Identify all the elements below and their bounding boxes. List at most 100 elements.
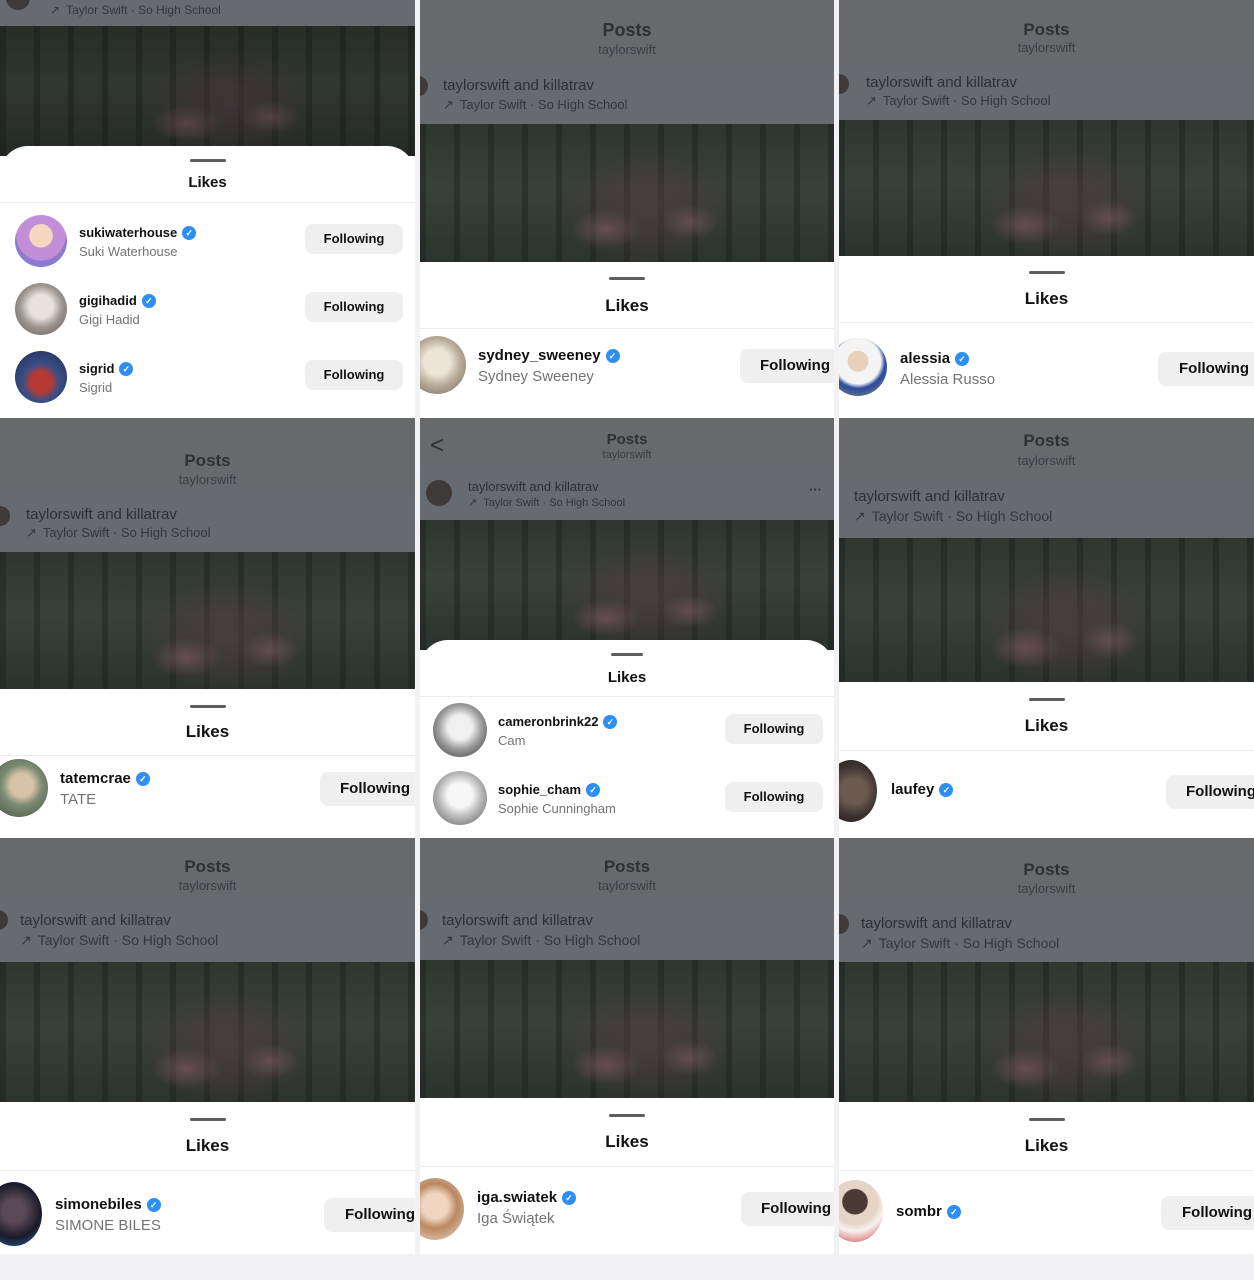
likes-title: Likes [185, 1136, 230, 1155]
username[interactable]: gigihadid ✓ [79, 293, 156, 308]
screenshot-panel-7: Posts taylorswift taylorswift and killat… [0, 838, 415, 1254]
liker-row[interactable]: alessia ✓ Alessia Russo Following [839, 338, 1254, 400]
more-options-icon[interactable]: ··· [809, 482, 822, 497]
liker-row[interactable]: cameronbrink22 ✓ Cam Following [420, 702, 834, 758]
audio-label[interactable]: ↗ Taylor Swift · So High School [26, 525, 211, 541]
avatar[interactable] [15, 283, 67, 335]
avatar[interactable] [15, 351, 67, 403]
audio-label[interactable]: ↗ Taylor Swift · So High School [468, 496, 625, 509]
username[interactable]: simonebiles ✓ [55, 1196, 161, 1213]
avatar[interactable] [433, 703, 487, 757]
following-button[interactable]: Following [320, 772, 415, 806]
username[interactable]: iga.swiatek ✓ [477, 1189, 577, 1206]
following-button[interactable]: Following [741, 1192, 834, 1226]
post-author-avatar[interactable] [839, 74, 849, 94]
post-author-avatar[interactable] [426, 480, 452, 506]
sheet-grabber[interactable] [609, 1114, 645, 1117]
arrow-icon: ↗ [468, 497, 478, 509]
audio-label[interactable]: ↗ Taylor Swift · So High School [861, 935, 1059, 952]
post-author-avatar[interactable] [420, 76, 428, 96]
sheet-grabber[interactable] [189, 1118, 226, 1121]
page-subtitle: taylorswift [178, 878, 237, 893]
username[interactable]: sydney_sweeney ✓ [478, 347, 620, 364]
avatar[interactable] [420, 336, 466, 394]
liker-row[interactable]: iga.swiatek ✓ Iga Świątek Following [420, 1178, 834, 1242]
post-authors[interactable]: taylorswift and killatrav [854, 488, 1005, 505]
post-authors[interactable]: taylorswift and killatrav [442, 912, 593, 929]
sheet-grabber[interactable] [609, 277, 645, 280]
page-subtitle: taylorswift [602, 449, 652, 461]
likes-sheet: Likes laufey ✓ Following [839, 682, 1254, 838]
avatar[interactable] [0, 1182, 42, 1246]
following-button[interactable]: Following [725, 714, 823, 744]
page-title: Posts [1023, 20, 1070, 39]
avatar[interactable] [15, 215, 67, 267]
avatar[interactable] [420, 1178, 464, 1240]
posts-header: < Posts taylorswift [420, 418, 834, 468]
username[interactable]: sigrid ✓ [79, 361, 134, 376]
post-authors[interactable]: taylorswift and killatrav [861, 915, 1012, 932]
likes-sheet: Likes sydney_sweeney ✓ Sydney Sweeney Fol… [420, 262, 834, 418]
username[interactable]: tatemcrae ✓ [60, 770, 150, 787]
arrow-icon: ↗ [861, 935, 873, 951]
post-authors[interactable]: taylorswift and killatrav [468, 479, 599, 494]
liker-row[interactable]: sydney_sweeney ✓ Sydney Sweeney Following [420, 336, 834, 398]
following-button[interactable]: Following [324, 1198, 415, 1232]
following-button[interactable]: Following [725, 782, 823, 812]
following-button[interactable]: Following [1158, 352, 1254, 386]
username[interactable]: sukiwaterhouse ✓ [79, 225, 197, 240]
page-subtitle: taylorswift [1017, 40, 1076, 55]
username[interactable]: laufey ✓ [891, 781, 954, 798]
post-authors[interactable]: taylorswift and killatrav [443, 77, 594, 94]
likes-sheet: Likes iga.swiatek ✓ Iga Świątek Following [420, 1098, 834, 1254]
avatar[interactable] [839, 338, 887, 396]
liker-row[interactable]: simonebiles ✓ SIMONE BILES Following [0, 1182, 415, 1248]
avatar[interactable] [839, 760, 877, 822]
post-author-avatar[interactable] [0, 506, 10, 526]
liker-row[interactable]: sophie_cham ✓ Sophie Cunningham Following [420, 770, 834, 826]
username[interactable]: sophie_cham ✓ [498, 782, 601, 797]
following-button[interactable]: Following [305, 224, 403, 254]
audio-label[interactable]: ↗ Taylor Swift · So High School [50, 3, 221, 17]
more-options-icon[interactable]: ··· [385, 0, 401, 8]
audio-label[interactable]: ↗ Taylor Swift · So High School [854, 508, 1052, 525]
username[interactable]: cameronbrink22 ✓ [498, 714, 618, 729]
post-authors[interactable]: taylorswift and killatrav [866, 74, 1017, 91]
following-button[interactable]: Following [1161, 1196, 1254, 1230]
post-author-avatar[interactable] [0, 910, 8, 930]
sheet-grabber[interactable] [189, 705, 226, 708]
liker-row[interactable]: sukiwaterhouse ✓ Suki Waterhouse Followin… [0, 214, 415, 270]
liker-row[interactable]: tatemcrae ✓ TATE Following [0, 759, 415, 821]
following-button[interactable]: Following [1166, 775, 1254, 809]
post-authors[interactable]: taylorswift and killatrav [20, 912, 171, 929]
sheet-grabber[interactable] [189, 159, 226, 162]
audio-label[interactable]: ↗ Taylor Swift · So High School [443, 97, 628, 113]
username[interactable]: alessia ✓ [900, 350, 970, 367]
likes-sheet: Likes cameronbrink22 ✓ Cam Following soph… [420, 640, 834, 838]
liker-row[interactable]: gigihadid ✓ Gigi Hadid Following [0, 282, 415, 338]
avatar[interactable] [0, 759, 48, 817]
full-name: Sigrid [79, 380, 113, 395]
sheet-grabber[interactable] [1028, 271, 1065, 274]
liker-row[interactable]: laufey ✓ Following [839, 760, 1254, 822]
following-button[interactable]: Following [305, 360, 403, 390]
audio-label[interactable]: ↗ Taylor Swift · So High School [20, 932, 218, 949]
following-button[interactable]: Following [740, 349, 834, 383]
liker-row[interactable]: sigrid ✓ Sigrid Following [0, 350, 415, 406]
posts-header: Posts taylorswift [420, 0, 834, 68]
sheet-grabber[interactable] [1028, 698, 1065, 701]
arrow-icon: ↗ [26, 525, 37, 540]
liker-row[interactable]: sombr ✓ Following [839, 1180, 1254, 1244]
avatar[interactable] [433, 771, 487, 825]
following-button[interactable]: Following [305, 292, 403, 322]
audio-label[interactable]: ↗ Taylor Swift · So High School [442, 932, 640, 949]
audio-label[interactable]: ↗ Taylor Swift · So High School [866, 93, 1051, 109]
verified-badge-icon: ✓ [603, 715, 618, 729]
avatar[interactable] [839, 1180, 883, 1242]
post-author-avatar[interactable] [420, 910, 428, 930]
username[interactable]: sombr ✓ [896, 1203, 961, 1220]
sheet-grabber[interactable] [611, 653, 643, 656]
post-authors[interactable]: taylorswift and killatrav [26, 506, 177, 523]
post-author-avatar[interactable] [839, 914, 849, 934]
sheet-grabber[interactable] [1028, 1118, 1065, 1121]
